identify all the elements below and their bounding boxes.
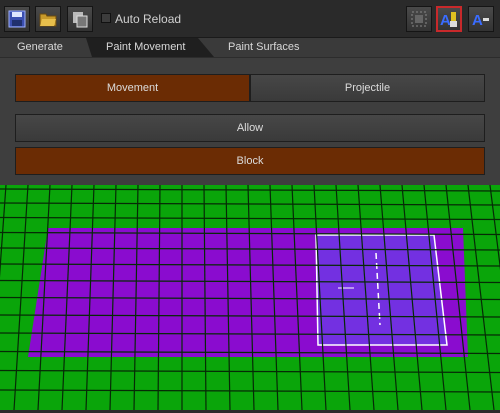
terrain-grid	[0, 184, 500, 411]
copy-icon	[73, 12, 88, 28]
tab-paint-movement[interactable]: Paint Movement	[106, 38, 185, 57]
open-button[interactable]	[35, 6, 61, 32]
auto-reload-checkbox[interactable]	[101, 13, 111, 23]
text-paint-button[interactable]: A	[436, 6, 462, 32]
tab-bar: Generate Paint Movement Paint Surfaces	[0, 38, 500, 57]
toolbar: Auto Reload A A	[0, 0, 500, 38]
text-paint-alt-icon: A	[472, 12, 489, 28]
projectile-button[interactable]: Projectile	[250, 74, 485, 102]
auto-reload-label: Auto Reload	[115, 12, 182, 26]
text-paint-icon: A	[440, 12, 457, 28]
block-button[interactable]: Block	[15, 147, 485, 175]
svg-text:A: A	[472, 12, 483, 28]
open-folder-icon	[39, 13, 57, 27]
text-paint-alt-button[interactable]: A	[468, 6, 494, 32]
tab-paint-surfaces[interactable]: Paint Surfaces	[228, 38, 300, 57]
allow-button[interactable]: Allow	[15, 114, 485, 142]
selection-box	[315, 234, 448, 346]
paint-movement-panel: Movement Projectile Allow Block	[0, 57, 500, 186]
movement-button[interactable]: Movement	[15, 74, 250, 102]
grid-icon	[411, 11, 427, 27]
copy-button[interactable]	[67, 6, 93, 32]
scene-viewport[interactable]	[0, 184, 500, 411]
tab-generate[interactable]: Generate	[17, 38, 63, 57]
save-icon	[8, 10, 26, 28]
svg-text:A: A	[440, 12, 451, 28]
grid-view-button[interactable]	[406, 6, 432, 32]
save-button[interactable]	[4, 6, 30, 32]
